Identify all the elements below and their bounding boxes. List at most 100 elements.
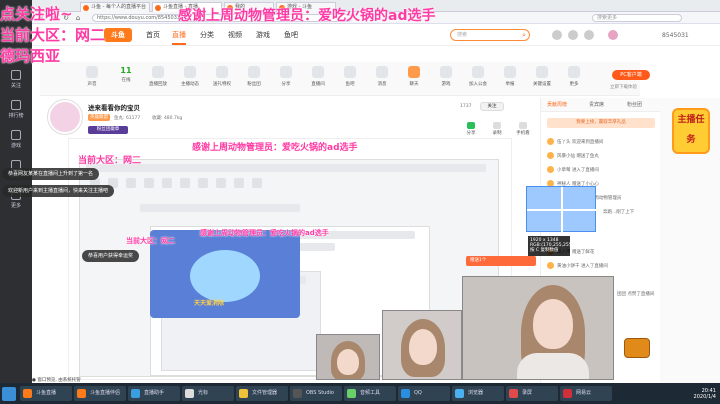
notice-bubble: 欢迎新用户来到主播直播间，快来关注主播吧 xyxy=(2,185,115,197)
tab-weekly-rank[interactable]: 贡献周榜 xyxy=(547,101,567,108)
game-island xyxy=(190,250,260,302)
tool-feed[interactable]: 主播动态 xyxy=(174,66,206,87)
follower-count: 1737 xyxy=(460,104,472,109)
system-clock[interactable]: 20:41 2020/1/4 xyxy=(672,388,716,400)
tool-sound[interactable]: 声音 xyxy=(76,66,108,87)
tool-chat[interactable]: 聊天 xyxy=(398,66,430,87)
record-button[interactable]: 录制 xyxy=(486,122,508,136)
taskbar-app[interactable]: 直播助手 xyxy=(128,386,180,401)
taskbar-app[interactable]: 浏览器 xyxy=(452,386,504,401)
douyu-favicon-icon xyxy=(155,5,161,11)
taskbar-app[interactable]: OBS Studio xyxy=(290,386,342,401)
history-icon[interactable] xyxy=(552,30,562,40)
streamer-avatar[interactable] xyxy=(48,100,82,134)
rank-promo[interactable]: 我要上榜，赢取丰厚礼品 xyxy=(547,118,655,128)
nav-yuba[interactable]: 鱼吧 xyxy=(284,30,298,40)
chat-message: 黄油小饼干 进入了直播间 xyxy=(547,262,657,272)
taskbar-app[interactable]: 音频工具 xyxy=(344,386,396,401)
home-icon[interactable]: ⌂ xyxy=(74,14,82,22)
treasure-chest-icon[interactable] xyxy=(624,338,650,358)
taskbar-app[interactable]: 录屏 xyxy=(506,386,558,401)
gift-icon xyxy=(216,66,228,78)
gamepad-icon xyxy=(440,66,452,78)
start-button[interactable] xyxy=(2,387,16,401)
nav-home[interactable]: 首页 xyxy=(146,30,160,40)
fans-badge[interactable]: 粉丝团徽章 xyxy=(88,126,128,134)
gift-bar[interactable]: 赠送1个 xyxy=(466,256,536,266)
tool-fans[interactable]: 粉丝团 xyxy=(238,66,270,87)
chat-message: 伍丫头 欢迎来到直播间 xyxy=(547,138,657,148)
app-icon xyxy=(185,389,194,398)
room-icon xyxy=(312,66,324,78)
sidebar-item-follow[interactable]: 关注 xyxy=(0,70,32,89)
room-meta: 鱼丸: 61177 xyxy=(114,116,141,121)
douyu-favicon-icon xyxy=(83,5,89,11)
room-category-tag[interactable]: 英雄联盟 xyxy=(88,114,110,121)
tool-settings[interactable]: 关键设置 xyxy=(526,66,558,87)
taskbar-app[interactable]: 光标 xyxy=(182,386,234,401)
chat-message: 团团 点赞了直播间 xyxy=(617,292,655,297)
tool-yuba[interactable]: 鱼吧 xyxy=(334,66,366,87)
tool-game[interactable]: 游戏 xyxy=(430,66,462,87)
taskbar-app[interactable]: 斗鱼直播 xyxy=(20,386,72,401)
tool-more[interactable]: 更多 xyxy=(558,66,590,87)
tool-gift[interactable]: 送礼特权 xyxy=(206,66,238,87)
pc-client-subtitle: 立即下载体验 xyxy=(610,85,637,90)
room-meta: 收藏: 480.7kg xyxy=(152,116,183,121)
user-avatar[interactable] xyxy=(608,30,618,40)
message-icon[interactable] xyxy=(568,30,578,40)
tab-fans[interactable]: 粉丝团 xyxy=(627,101,642,108)
level-badge-icon xyxy=(547,152,554,159)
room-toolbar: 声音 11 在线 直播回放 主播动态 送礼特权 粉丝团 分享 直播间 鱼吧 消息 … xyxy=(40,62,640,96)
tool-share[interactable]: 分享 xyxy=(270,66,302,87)
overlay-thanks-text-echo: 感谢上周动物管理员：爱吃火锅的ad选手 xyxy=(200,229,329,237)
browser-search-input[interactable]: 搜索更多 xyxy=(592,14,682,22)
tool-message[interactable]: 消息 xyxy=(366,66,398,87)
flag-icon xyxy=(504,66,516,78)
mobile-button[interactable]: 手机看 xyxy=(512,122,534,136)
nested-icon xyxy=(234,178,244,188)
sidebar-item-game[interactable]: 游戏 xyxy=(0,130,32,149)
site-search-input[interactable]: 搜索 ⌕ xyxy=(450,29,530,41)
taskbar-app[interactable]: 斗鱼直播伴侣 xyxy=(74,386,126,401)
tool-room[interactable]: 直播间 xyxy=(302,66,334,87)
coordinate-tooltip: 1920 x 1348 RGB:(170,255,255) 按 C 复制数值 xyxy=(528,236,573,256)
tool-replay[interactable]: 直播回放 xyxy=(142,66,174,87)
tab-vip[interactable]: 贵宾席 xyxy=(589,101,604,108)
nested-header xyxy=(86,164,486,172)
nav-game[interactable]: 游戏 xyxy=(256,30,270,40)
document-icon xyxy=(184,66,196,78)
app-icon xyxy=(563,389,572,398)
douyu-logo[interactable]: 斗鱼 xyxy=(104,28,132,42)
nested-icon xyxy=(198,178,208,188)
tool-guild[interactable]: 加入公会 xyxy=(462,66,494,87)
download-icon[interactable] xyxy=(584,30,594,40)
nav-category[interactable]: 分类 xyxy=(200,30,214,40)
taskbar-app[interactable]: QQ xyxy=(398,386,450,401)
nav-live[interactable]: 直播 xyxy=(172,30,186,45)
app-icon xyxy=(77,389,86,398)
site-header: 斗鱼 首页 直播 分类 视频 游戏 鱼吧 搜索 ⌕ 8545031 xyxy=(32,24,720,46)
tool-report[interactable]: 举报 xyxy=(494,66,526,87)
search-icon[interactable]: ⌕ xyxy=(522,30,526,40)
app-icon xyxy=(347,389,356,398)
tool-online[interactable]: 11 在线 xyxy=(110,66,142,83)
follow-button[interactable]: 关注 xyxy=(480,102,504,111)
overlay-rank-line2: 德玛西亚 xyxy=(0,47,61,65)
taskbar-app[interactable]: 网易云 xyxy=(560,386,612,401)
shirt xyxy=(517,353,589,379)
nav-video[interactable]: 视频 xyxy=(228,30,242,40)
browser-tab[interactable]: 斗鱼 - 每个人的直播平台 xyxy=(80,2,150,12)
pc-client-button[interactable]: PC客户端 xyxy=(612,70,650,80)
face xyxy=(409,329,437,365)
toggle-icon xyxy=(408,66,420,78)
sidebar-item-rank[interactable]: 排行榜 xyxy=(0,100,32,119)
overlay-rank-line1: 当前大区：网二 xyxy=(0,26,106,44)
screenshot-selection[interactable] xyxy=(526,186,597,233)
chat-message: 奔跑...刚了上下 xyxy=(603,210,635,215)
share-button[interactable]: 分享 xyxy=(460,122,482,136)
nested-icon xyxy=(162,178,172,188)
streamer-task-badge[interactable]: 主播任务 xyxy=(672,108,710,154)
chat-message: 风暴小仙 赠送了鱼丸 xyxy=(547,152,657,162)
taskbar-app[interactable]: 文件管理器 xyxy=(236,386,288,401)
